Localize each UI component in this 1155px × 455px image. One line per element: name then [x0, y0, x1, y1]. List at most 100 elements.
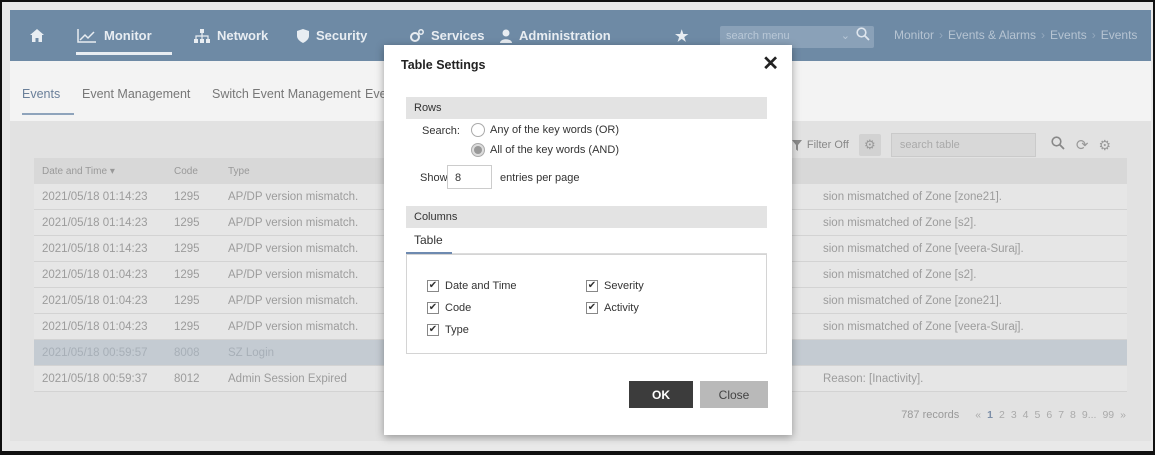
breadcrumb-separator-icon: ›	[1091, 28, 1096, 42]
breadcrumb-separator-icon: ›	[939, 28, 944, 42]
search-icon[interactable]	[856, 27, 870, 44]
entries-per-page-input[interactable]: 8	[447, 165, 492, 189]
checkbox-activity-label: Activity	[604, 302, 639, 314]
pager-page[interactable]: 3	[1011, 409, 1017, 421]
active-tab-indicator	[22, 113, 74, 115]
cell-activity: sion mismatched of Zone [veera-Suraj].	[823, 242, 1024, 255]
checkbox-datetime-label: Date and Time	[445, 280, 517, 292]
cell-activity: sion mismatched of Zone [zone21].	[823, 190, 1002, 203]
pager-page[interactable]: 7	[1058, 409, 1064, 421]
col-header-code[interactable]: Code	[174, 166, 228, 177]
tab-event-management[interactable]: Event Management	[82, 87, 190, 101]
chart-icon	[77, 28, 96, 43]
tab-switch-event-management[interactable]: Switch Event Management	[212, 87, 361, 101]
table-toolbar: Filter Off ⚙ search table ⟳ ⚙	[791, 133, 1111, 157]
cell-activity: sion mismatched of Zone [veera-Suraj].	[823, 320, 1024, 333]
search-icon[interactable]	[1051, 136, 1065, 153]
cell-activity: sion mismatched of Zone [s2].	[823, 216, 977, 229]
breadcrumb-item: Events	[1100, 28, 1138, 42]
pager-page[interactable]: 9...	[1082, 409, 1097, 421]
nav-network[interactable]: Network	[194, 10, 268, 61]
cell-datetime: 2021/05/18 00:59:37	[42, 372, 148, 385]
sort-down-icon[interactable]: ▾	[110, 166, 115, 177]
filter-button[interactable]: Filter Off	[791, 139, 849, 151]
radio-checked-icon	[471, 143, 485, 157]
checkbox-severity-label: Severity	[604, 280, 644, 292]
radio-all-keywords-label: All of the key words (AND)	[490, 144, 619, 156]
cell-code: 1295	[174, 268, 200, 281]
pager-next[interactable]: »	[1120, 409, 1126, 421]
checkbox-type-label: Type	[445, 324, 469, 336]
radio-all-keywords[interactable]: All of the key words (AND)	[471, 143, 619, 157]
nav-security[interactable]: Security	[297, 10, 367, 61]
pager-page[interactable]: 4	[1023, 409, 1029, 421]
cell-code: 8012	[174, 372, 200, 385]
breadcrumb-separator-icon: ›	[1041, 28, 1046, 42]
radio-any-keywords-label: Any of the key words (OR)	[490, 124, 619, 136]
cell-code: 1295	[174, 190, 200, 203]
cell-code: 1295	[174, 320, 200, 333]
user-icon	[500, 29, 512, 43]
cell-datetime: 2021/05/18 00:59:57	[42, 346, 148, 359]
checkbox-checked-icon: ✔	[586, 302, 598, 314]
cell-datetime: 2021/05/18 01:14:23	[42, 216, 148, 229]
pager-page[interactable]: 8	[1070, 409, 1076, 421]
cell-code: 8008	[174, 346, 200, 359]
checkbox-code-label: Code	[445, 302, 472, 314]
cell-code: 1295	[174, 216, 200, 229]
radio-any-keywords[interactable]: Any of the key words (OR)	[471, 123, 619, 137]
home-icon	[30, 29, 44, 42]
pager-page[interactable]: 1	[987, 409, 993, 421]
close-icon[interactable]: ✕	[762, 51, 779, 76]
network-icon	[194, 28, 210, 43]
breadcrumb: Monitor › Events & Alarms › Events › Eve…	[894, 28, 1137, 42]
checkbox-datetime[interactable]: ✔ Date and Time	[427, 280, 517, 292]
pagination: 787 records « 1 2 3 4 5 6 7 8 9... 99 »	[901, 409, 1126, 421]
cell-datetime: 2021/05/18 01:04:23	[42, 294, 148, 307]
col-header-datetime[interactable]: Date and Time ▾	[34, 166, 174, 177]
breadcrumb-item[interactable]: Events	[1050, 28, 1087, 42]
close-button[interactable]: Close	[700, 381, 768, 408]
cell-datetime: 2021/05/18 01:14:23	[42, 242, 148, 255]
table-search-input[interactable]: search table	[890, 133, 1065, 157]
checkbox-activity[interactable]: ✔ Activity	[586, 302, 639, 314]
filter-icon	[791, 139, 802, 151]
search-label: Search:	[422, 125, 460, 137]
cell-code: 1295	[174, 294, 200, 307]
ok-button[interactable]: OK	[629, 381, 693, 408]
tab-table[interactable]: Table	[414, 233, 443, 247]
gear-icon[interactable]: ⚙	[1098, 137, 1111, 154]
pager-page[interactable]: 99	[1102, 409, 1114, 421]
show-label: Show	[420, 172, 448, 184]
entries-per-page-label: entries per page	[500, 172, 580, 184]
filter-label: Filter Off	[806, 139, 849, 151]
checkbox-code[interactable]: ✔ Code	[427, 302, 471, 314]
checkbox-checked-icon: ✔	[427, 280, 439, 292]
gear-icon: ⚙	[864, 137, 876, 152]
checkbox-checked-icon: ✔	[586, 280, 598, 292]
checkbox-checked-icon: ✔	[427, 324, 439, 336]
pager-page[interactable]: 2	[999, 409, 1005, 421]
columns-section-header: Columns	[406, 206, 767, 228]
table-settings-dialog: Table Settings ✕ Rows Search: Any of the…	[384, 45, 792, 435]
tab-events[interactable]: Events	[22, 87, 60, 101]
cell-activity: sion mismatched of Zone [zone21].	[823, 294, 1002, 307]
nav-security-label: Security	[316, 28, 368, 43]
pager-page[interactable]: 6	[1046, 409, 1052, 421]
checkbox-type[interactable]: ✔ Type	[427, 324, 469, 336]
breadcrumb-item[interactable]: Monitor	[894, 28, 934, 42]
app-frame: Monitor Network Security Services Admini…	[0, 0, 1155, 455]
pager-page[interactable]: 5	[1035, 409, 1041, 421]
nav-services-label: Services	[431, 28, 485, 43]
chevron-down-icon[interactable]: ⌄	[841, 29, 850, 42]
cell-datetime: 2021/05/18 01:14:23	[42, 190, 148, 203]
home-button[interactable]	[30, 10, 44, 61]
nav-monitor-label: Monitor	[104, 28, 152, 43]
pager-prev[interactable]: «	[975, 409, 981, 421]
breadcrumb-item[interactable]: Events & Alarms	[948, 28, 1036, 42]
checkbox-severity[interactable]: ✔ Severity	[586, 280, 644, 292]
filter-settings-button[interactable]: ⚙	[858, 134, 881, 156]
record-count: 787 records	[901, 409, 960, 421]
refresh-icon[interactable]: ⟳	[1076, 136, 1089, 154]
nav-administration-label: Administration	[519, 28, 611, 43]
